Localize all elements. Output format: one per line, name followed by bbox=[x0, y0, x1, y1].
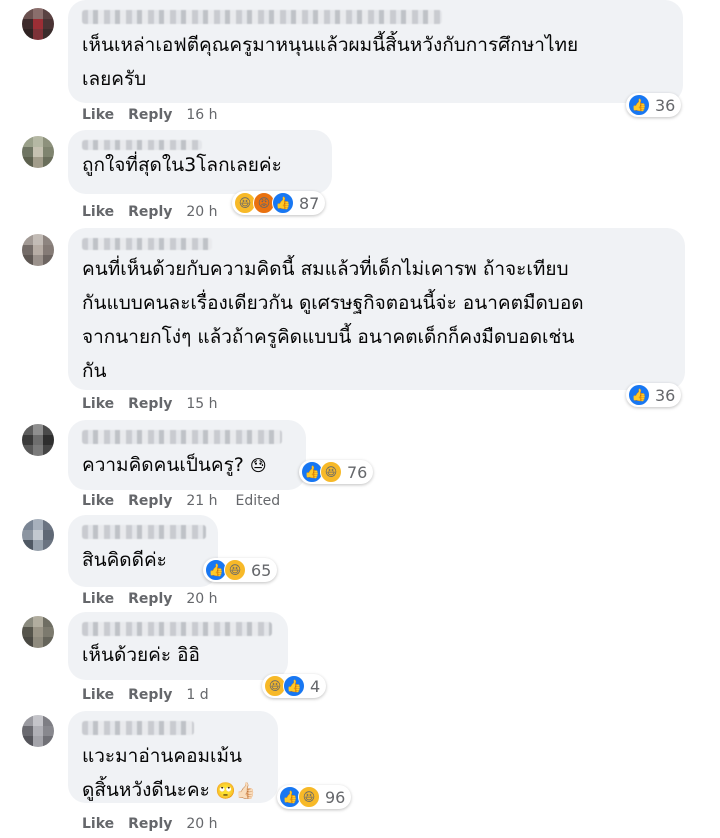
reply-link[interactable]: Reply bbox=[128, 816, 172, 832]
reply-link[interactable]: Reply bbox=[128, 107, 172, 123]
comment-actions: Like Reply 15 h bbox=[82, 396, 218, 412]
avatar[interactable] bbox=[22, 8, 54, 40]
like-link[interactable]: Like bbox=[82, 204, 114, 220]
reply-link[interactable]: Reply bbox=[128, 687, 172, 703]
timestamp[interactable]: 1 d bbox=[186, 687, 208, 703]
timestamp[interactable]: 20 h bbox=[186, 204, 217, 220]
author-name[interactable] bbox=[82, 10, 442, 24]
like-reaction-icon: 👍 bbox=[283, 675, 305, 697]
like-link[interactable]: Like bbox=[82, 396, 114, 412]
comment-actions: Like Reply 21 h Edited bbox=[82, 493, 280, 509]
haha-reaction-icon: 😆 bbox=[320, 461, 342, 483]
reaction-summary[interactable]: 😆 😡 👍 87 bbox=[232, 191, 326, 215]
comment-bubble: สินคิดดีค่ะ bbox=[68, 515, 218, 587]
comment-text-content: ความคิดคนเป็นครู? bbox=[82, 454, 244, 476]
avatar[interactable] bbox=[22, 519, 54, 551]
reaction-count: 76 bbox=[347, 462, 368, 482]
edited-label[interactable]: Edited bbox=[236, 493, 281, 509]
reaction-summary[interactable]: 👍 😆 76 bbox=[299, 460, 374, 484]
author-name[interactable] bbox=[82, 140, 202, 150]
comment-actions: Like Reply 20 h bbox=[82, 204, 218, 220]
reaction-count: 96 bbox=[325, 787, 346, 807]
reply-link[interactable]: Reply bbox=[128, 396, 172, 412]
reaction-summary[interactable]: 👍 😆 65 bbox=[203, 558, 278, 582]
author-name[interactable] bbox=[82, 525, 206, 539]
author-name[interactable] bbox=[82, 238, 212, 250]
reaction-summary[interactable]: 😆 👍 4 bbox=[262, 674, 327, 698]
avatar[interactable] bbox=[22, 715, 54, 747]
comment-text: ความคิดคนเป็นครู? 😓 bbox=[82, 448, 294, 483]
comment-text: สินคิดดีค่ะ bbox=[82, 549, 167, 571]
reaction-count: 4 bbox=[310, 676, 321, 696]
haha-reaction-icon: 😆 bbox=[298, 786, 320, 808]
like-link[interactable]: Like bbox=[82, 816, 114, 832]
avatar[interactable] bbox=[22, 136, 54, 168]
downcast-sweat-emoji: 😓 bbox=[249, 456, 267, 475]
avatar[interactable] bbox=[22, 424, 54, 456]
reply-link[interactable]: Reply bbox=[128, 591, 172, 607]
comment-bubble: คนที่เห็นด้วยกับความคิดนี้ สมแล้วที่เด็ก… bbox=[68, 228, 685, 390]
timestamp[interactable]: 20 h bbox=[186, 816, 217, 832]
comment-bubble: ความคิดคนเป็นครู? 😓 bbox=[68, 420, 306, 490]
like-reaction-icon: 👍 bbox=[272, 192, 294, 214]
author-name[interactable] bbox=[82, 721, 194, 735]
like-link[interactable]: Like bbox=[82, 687, 114, 703]
comment-bubble: เห็นเหล่าเอฟตีคุณครูมาหนุนแล้วผมนี้สิ้นห… bbox=[68, 0, 683, 103]
comment-text: แวะมาอ่านคอมเม้น ดูสิ้นหวังดีนะคะ 🙄👍🏻 bbox=[82, 739, 266, 808]
reaction-count: 36 bbox=[655, 95, 676, 115]
haha-reaction-icon: 😆 bbox=[224, 559, 246, 581]
reply-link[interactable]: Reply bbox=[128, 493, 172, 509]
rolling-eyes-thumbs-up-emoji: 🙄👍🏻 bbox=[215, 781, 256, 800]
timestamp[interactable]: 15 h bbox=[186, 396, 217, 412]
reaction-summary[interactable]: 👍 😆 96 bbox=[277, 785, 352, 809]
reaction-count: 87 bbox=[299, 193, 320, 213]
avatar[interactable] bbox=[22, 234, 54, 266]
comment-bubble: แวะมาอ่านคอมเม้น ดูสิ้นหวังดีนะคะ 🙄👍🏻 bbox=[68, 711, 278, 803]
comment-actions: Like Reply 1 d bbox=[82, 687, 209, 703]
like-reaction-icon: 👍 bbox=[628, 94, 650, 116]
author-name[interactable] bbox=[82, 430, 282, 444]
like-link[interactable]: Like bbox=[82, 591, 114, 607]
reaction-count: 65 bbox=[251, 560, 272, 580]
comment-text: ถูกใจที่สุดใน3โลกเลยค่ะ bbox=[82, 154, 282, 176]
comment-text: เห็นเหล่าเอฟตีคุณครูมาหนุนแล้วผมนี้สิ้นห… bbox=[82, 34, 579, 90]
reaction-summary[interactable]: 👍 36 bbox=[626, 383, 682, 407]
reaction-count: 36 bbox=[655, 385, 676, 405]
comment-text: คนที่เห็นด้วยกับความคิดนี้ สมแล้วที่เด็ก… bbox=[82, 258, 584, 382]
comment-actions: Like Reply 20 h bbox=[82, 591, 218, 607]
comment-actions: Like Reply 16 h bbox=[82, 107, 218, 123]
reaction-summary[interactable]: 👍 36 bbox=[626, 93, 682, 117]
timestamp[interactable]: 21 h bbox=[186, 493, 217, 509]
comment-actions: Like Reply 20 h bbox=[82, 816, 218, 832]
timestamp[interactable]: 16 h bbox=[186, 107, 217, 123]
comment-bubble: เห็นด้วยค่ะ อิอิ bbox=[68, 612, 288, 680]
comment-text: เห็นด้วยค่ะ อิอิ bbox=[82, 644, 200, 666]
author-name[interactable] bbox=[82, 622, 272, 636]
comment-bubble: ถูกใจที่สุดใน3โลกเลยค่ะ bbox=[68, 130, 332, 194]
like-link[interactable]: Like bbox=[82, 107, 114, 123]
like-reaction-icon: 👍 bbox=[628, 384, 650, 406]
timestamp[interactable]: 20 h bbox=[186, 591, 217, 607]
avatar[interactable] bbox=[22, 616, 54, 648]
like-link[interactable]: Like bbox=[82, 493, 114, 509]
reply-link[interactable]: Reply bbox=[128, 204, 172, 220]
